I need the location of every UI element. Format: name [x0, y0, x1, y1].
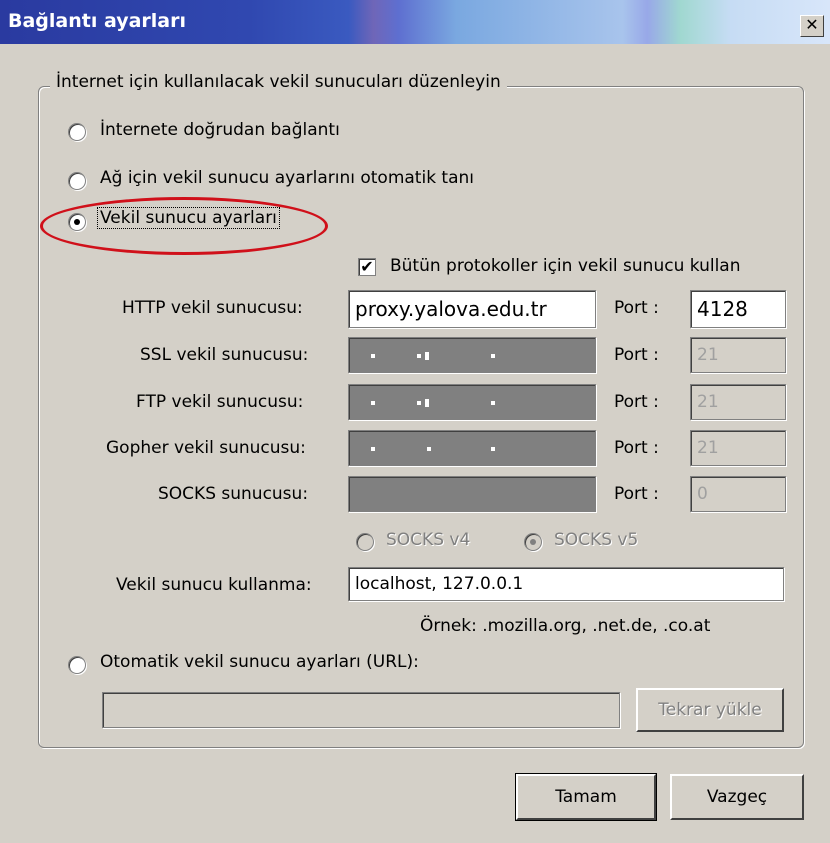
socks-v5-label: SOCKS v5: [554, 530, 639, 550]
ftp-proxy-input[interactable]: [348, 384, 596, 420]
use-for-all-checkbox[interactable]: ✔: [358, 258, 376, 276]
auto-proxy-url-label: Otomatik vekil sunucu ayarları (URL):: [100, 652, 419, 672]
radio-socks-v5[interactable]: [524, 533, 542, 551]
gopher-proxy-label: Gopher vekil sunucusu:: [106, 438, 306, 458]
socks-port-label: Port :: [614, 484, 659, 504]
gopher-proxy-input[interactable]: [348, 430, 596, 466]
gopher-port-input[interactable]: 21: [690, 430, 786, 466]
reload-button[interactable]: Tekrar yükle: [636, 688, 784, 732]
socks-proxy-input[interactable]: [348, 476, 596, 512]
group-legend: İnternet için kullanılacak vekil sunucul…: [50, 72, 507, 92]
socks-v4-label: SOCKS v4: [386, 530, 471, 550]
ftp-proxy-label: FTP vekil sunucusu:: [136, 392, 304, 412]
http-port-input[interactable]: 4128: [690, 290, 786, 328]
close-button[interactable]: ✕: [800, 15, 824, 37]
no-proxy-input[interactable]: localhost, 127.0.0.1: [348, 567, 784, 601]
radio-direct-connection[interactable]: [68, 123, 86, 141]
gopher-port-label: Port :: [614, 438, 659, 458]
window-title: Bağlantı ayarları: [8, 10, 187, 32]
direct-connection-label: İnternete doğrudan bağlantı: [100, 120, 340, 140]
socks-port-input[interactable]: 0: [690, 476, 786, 512]
radio-auto-detect[interactable]: [68, 172, 86, 190]
highlight-ellipse: [40, 197, 328, 255]
no-proxy-example: Örnek: .mozilla.org, .net.de, .co.at: [420, 616, 711, 636]
ssl-port-input[interactable]: 21: [690, 337, 786, 373]
auto-detect-label: Ağ için vekil sunucu ayarlarını otomatik…: [100, 168, 475, 188]
radio-auto-proxy-url[interactable]: [68, 656, 86, 674]
http-proxy-input[interactable]: proxy.yalova.edu.tr: [348, 290, 596, 328]
ssl-proxy-label: SSL vekil sunucusu:: [140, 345, 309, 365]
ftp-port-input[interactable]: 21: [690, 384, 786, 420]
ssl-proxy-input[interactable]: [348, 337, 596, 373]
cancel-button[interactable]: Vazgeç: [670, 774, 804, 820]
radio-socks-v4[interactable]: [356, 533, 374, 551]
no-proxy-label: Vekil sunucu kullanma:: [116, 575, 312, 595]
socks-proxy-label: SOCKS sunucusu:: [158, 484, 309, 504]
ok-button[interactable]: Tamam: [515, 773, 657, 821]
use-for-all-label: Bütün protokoller için vekil sunucu kull…: [390, 256, 741, 276]
auto-proxy-url-input[interactable]: [102, 692, 620, 728]
http-port-label: Port :: [614, 298, 659, 318]
ssl-port-label: Port :: [614, 345, 659, 365]
http-proxy-label: HTTP vekil sunucusu:: [122, 298, 303, 318]
ftp-port-label: Port :: [614, 392, 659, 412]
